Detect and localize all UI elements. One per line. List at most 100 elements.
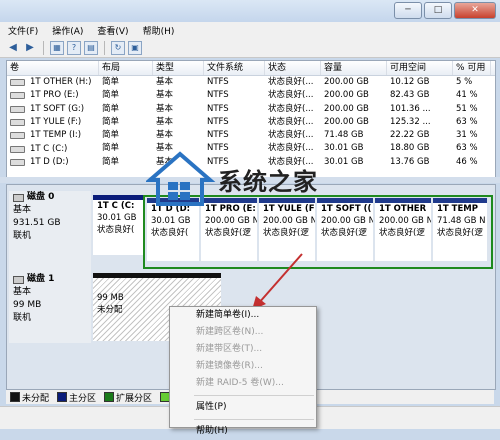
forward-arrow-icon[interactable]: ▶ — [23, 41, 37, 55]
col-percent-free[interactable]: % 可用 — [453, 61, 491, 75]
cell-percent-free: 5 % — [456, 77, 473, 87]
table-row[interactable]: 1T SOFT (G:) 简单 基本 NTFS 状态良好(... 200.00 GB 101… — [7, 103, 495, 116]
volume-name: 1T TEMP (I:) — [30, 130, 82, 141]
legend-swatch — [57, 392, 68, 402]
menu-help[interactable]: 帮助(H) — [170, 423, 316, 440]
watermark-title: 系统之家 — [218, 167, 318, 196]
menu-properties[interactable]: 属性(P) — [170, 399, 316, 416]
volume-name: 1T SOFT (G:) — [30, 103, 85, 114]
cell-free-space: 101.36 ... — [390, 103, 431, 114]
partition-i[interactable]: 1T TEMP 71.48 GB N 状态良好(逻 — [433, 198, 487, 261]
partition-size: 200.00 GB N — [263, 216, 315, 226]
menu-new-simple-volume[interactable]: 新建简单卷(I)... — [170, 307, 316, 324]
partition-name: 1T TEMP — [437, 204, 478, 214]
minimize-button[interactable]: ─ — [394, 2, 422, 19]
cell-free-space: 82.43 GB — [390, 90, 430, 101]
col-volume[interactable]: 卷 — [7, 61, 99, 75]
cell-filesystem: NTFS — [207, 90, 229, 101]
legend-primary: 主分区 — [57, 391, 96, 404]
drive-icon — [10, 158, 25, 166]
cell-layout: 简单 — [102, 103, 120, 114]
cell-type: 基本 — [156, 77, 174, 87]
partition-status: 状态良好( — [151, 228, 189, 238]
col-type[interactable]: 类型 — [153, 61, 204, 75]
legend-unallocated: 未分配 — [10, 391, 49, 404]
cell-percent-free: 63 % — [456, 116, 478, 127]
disk1-label: 磁盘 1 — [13, 273, 91, 286]
cell-status: 状态良好(... — [268, 116, 314, 127]
menu-separator — [194, 395, 314, 396]
disk1-size: 99 MB — [13, 300, 42, 310]
title-bar: ─ □ ✕ — [0, 0, 500, 22]
table-row[interactable]: 1T TEMP (I:) 简单 基本 NTFS 状态良好(... 71.48 GB 22.2… — [7, 129, 495, 142]
disk0-name: 磁盘 0 — [27, 192, 55, 202]
drive-icon — [10, 79, 25, 87]
disk-icon — [13, 275, 24, 284]
col-filesystem[interactable]: 文件系统 — [204, 61, 265, 75]
table-row[interactable]: 1T PRO (E:) 简单 基本 NTFS 状态良好(... 200.00 GB 82.4… — [7, 89, 495, 102]
volume-name: 1T OTHER (H:) — [30, 77, 92, 88]
cell-percent-free: 46 % — [456, 156, 478, 167]
disk1-info[interactable]: 磁盘 1 基本 99 MB 联机 — [9, 273, 91, 343]
table-row[interactable]: 1T YULE (F:) 简单 基本 NTFS 状态良好(... 200.00 GB 125… — [7, 116, 495, 129]
volume-list-header: 卷 布局 类型 文件系统 状态 容量 可用空间 % 可用 — [7, 61, 495, 76]
menu-view[interactable]: 查看(V) — [97, 24, 128, 37]
back-arrow-icon[interactable]: ◀ — [6, 41, 20, 55]
menu-new-striped-volume: 新建带区卷(T)... — [196, 344, 263, 354]
disk-icon — [13, 193, 24, 202]
cell-free-space: 13.76 GB — [390, 156, 430, 167]
unallocated-size: 99 MB — [97, 293, 124, 303]
pointer-arrow — [252, 253, 303, 310]
menu-new-spanned-volume: 新建跨区卷(N)... — [196, 327, 264, 337]
drive-icon — [10, 105, 25, 113]
help-icon[interactable]: ? — [67, 40, 81, 55]
cell-volume: 1T C (C:) — [7, 142, 99, 155]
col-capacity[interactable]: 容量 — [321, 61, 387, 75]
disk0-info[interactable]: 磁盘 0 基本 931.51 GB 联机 — [9, 191, 91, 275]
disk1-name: 磁盘 1 — [27, 274, 55, 284]
partition-c[interactable]: 1T C (C: 30.01 GB 状态良好( — [93, 195, 145, 255]
menu-new-raid5-volume: 新建 RAID-5 卷(W)... — [196, 378, 284, 388]
col-free-space[interactable]: 可用空间 — [387, 61, 453, 75]
col-status[interactable]: 状态 — [265, 61, 321, 75]
disk0-label: 磁盘 0 — [13, 191, 91, 204]
legend-label: 未分配 — [22, 393, 50, 404]
toolbar-separator — [43, 40, 44, 55]
volume-name: 1T YULE (F:) — [30, 117, 82, 128]
partition-status: 状态良好( — [97, 225, 135, 235]
cell-layout: 简单 — [102, 130, 120, 141]
properties-icon[interactable]: ▣ — [128, 40, 142, 55]
partition-h[interactable]: 1T OTHER 200.00 GB N 状态良好(逻 — [375, 198, 431, 261]
col-layout[interactable]: 布局 — [99, 61, 153, 75]
menu-file[interactable]: 文件(F) — [8, 24, 38, 37]
cell-volume: 1T OTHER (H:) — [7, 76, 99, 89]
close-button[interactable]: ✕ — [454, 2, 496, 19]
cell-layout: 简单 — [102, 90, 120, 101]
cell-capacity: 200.00 GB — [324, 77, 369, 87]
disk1-status: 联机 — [13, 313, 32, 323]
console-tree-icon[interactable]: ▦ — [50, 40, 64, 55]
cell-volume: 1T SOFT (G:) — [7, 103, 99, 116]
cell-filesystem: NTFS — [207, 116, 229, 127]
cell-volume: 1T YULE (F:) — [7, 116, 99, 129]
show-pane-icon[interactable]: ▤ — [84, 40, 98, 55]
toolbar: ◀ ▶ ▦ ? ▤ ↻ ▣ — [0, 38, 500, 58]
drive-icon — [10, 92, 25, 100]
cell-type: 基本 — [156, 130, 174, 141]
table-row[interactable]: 1T OTHER (H:) 简单 基本 NTFS 状态良好(... 200.00 GB 10… — [7, 76, 495, 89]
legend-label: 扩展分区 — [116, 393, 153, 404]
menu-help[interactable]: 帮助(H) — [143, 24, 175, 37]
cell-type: 基本 — [156, 90, 174, 101]
menu-separator — [194, 419, 314, 420]
disk0-type: 基本 — [13, 205, 32, 215]
drive-icon — [10, 132, 25, 140]
partition-status: 状态良好(逻 — [205, 228, 251, 238]
rescan-icon[interactable]: ↻ — [111, 40, 125, 55]
maximize-button[interactable]: □ — [424, 2, 452, 19]
cell-status: 状态良好(... — [268, 130, 314, 141]
cell-layout: 简单 — [102, 143, 120, 154]
cell-free-space: 125.32 ... — [390, 116, 431, 127]
disk0-size: 931.51 GB — [13, 218, 61, 228]
menu-new-mirrored-volume: 新建镜像卷(R)... — [196, 361, 263, 371]
menu-action[interactable]: 操作(A) — [52, 24, 83, 37]
